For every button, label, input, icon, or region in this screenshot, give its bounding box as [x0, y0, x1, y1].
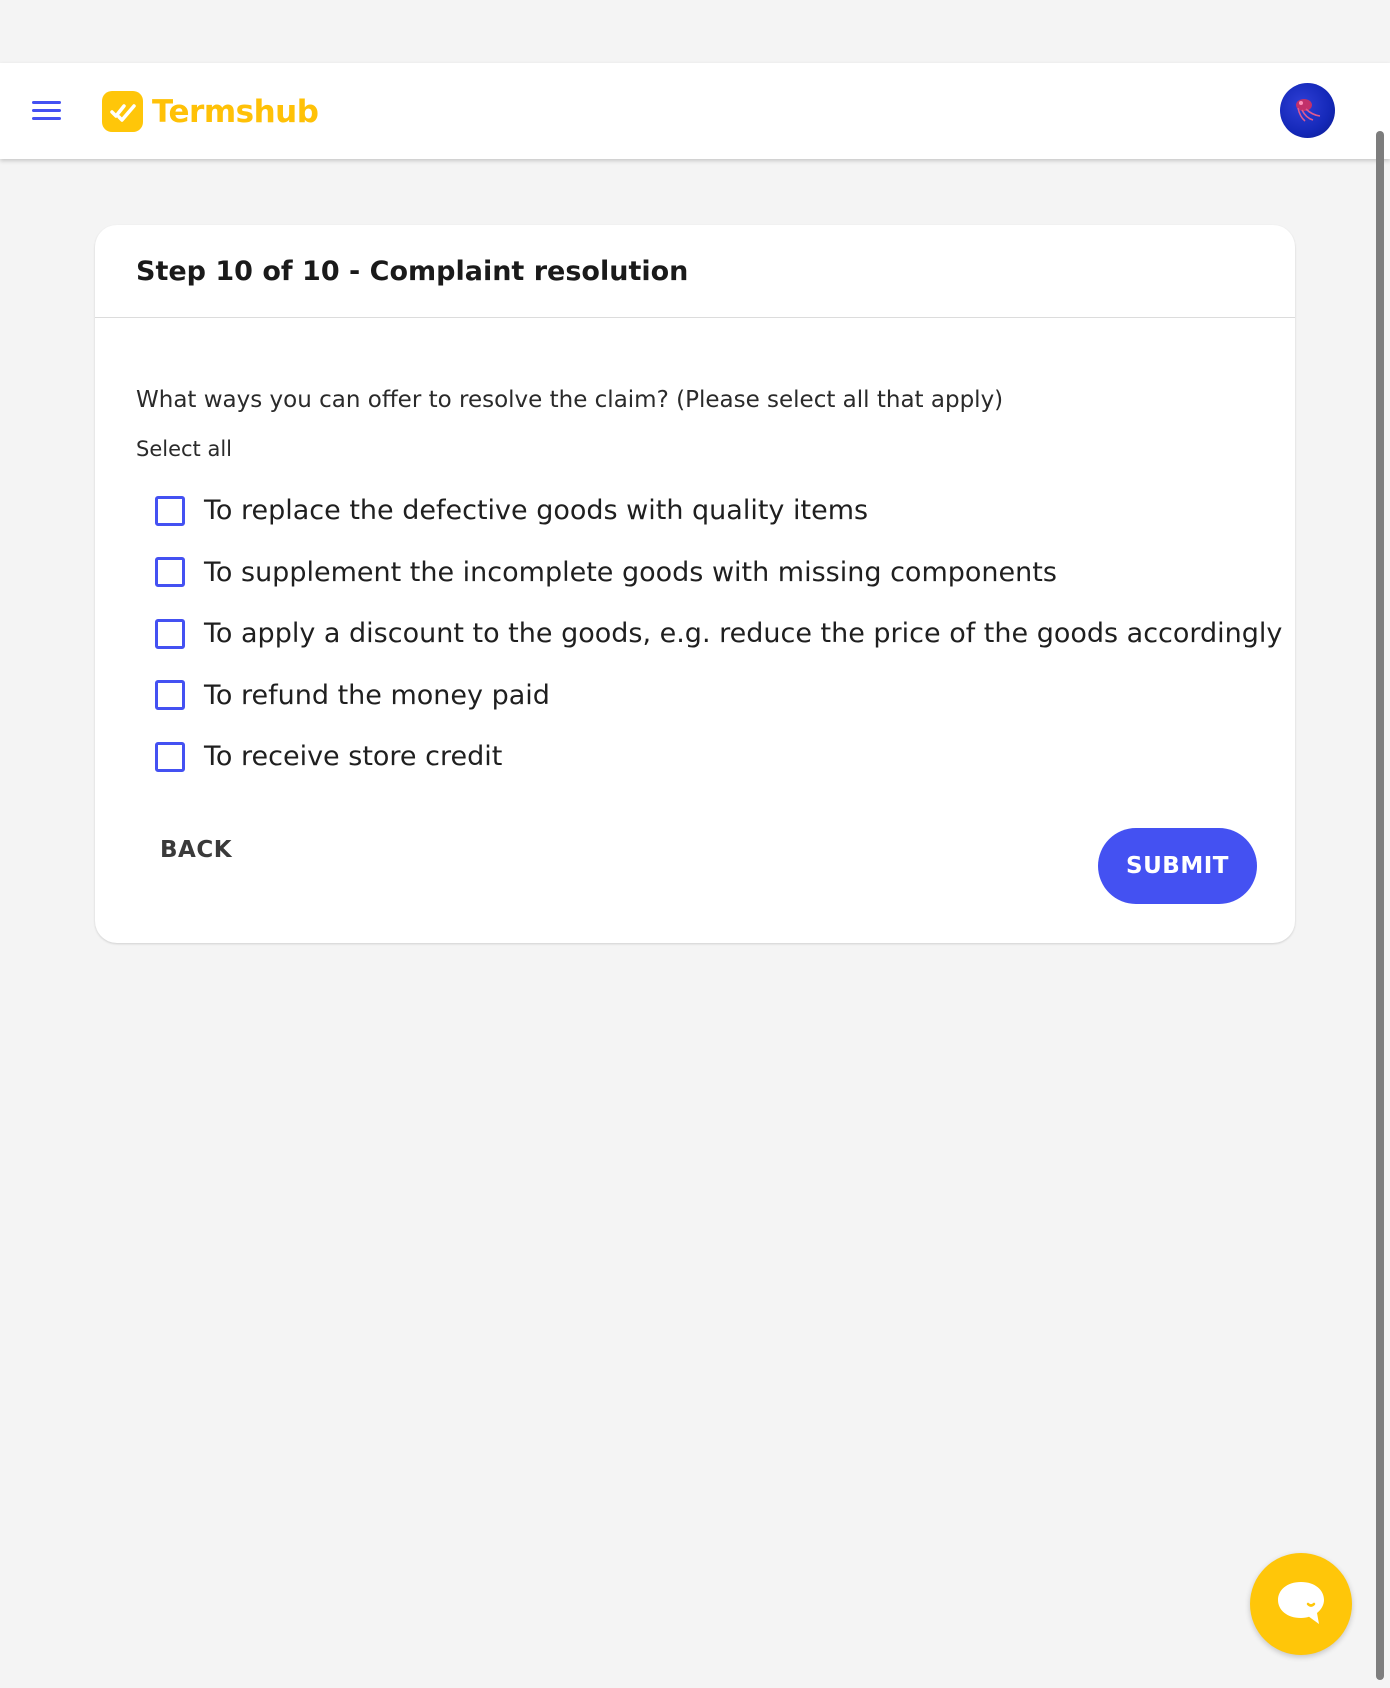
option-label: To receive store credit	[204, 741, 503, 773]
checkbox[interactable]	[155, 680, 185, 711]
user-avatar[interactable]	[1280, 83, 1335, 138]
checkbox[interactable]	[155, 557, 185, 588]
hamburger-menu-icon	[32, 101, 61, 104]
hamburger-menu-line	[32, 117, 61, 120]
menu-button[interactable]	[27, 93, 67, 129]
form-card: Step 10 of 10 - Complaint resolution Wha…	[95, 225, 1295, 943]
options-list: To replace the defective goods with qual…	[155, 480, 1282, 788]
select-all-link[interactable]: Select all	[136, 437, 232, 461]
option-label: To replace the defective goods with qual…	[204, 495, 869, 527]
back-button[interactable]: BACK	[140, 825, 252, 875]
option-apply-discount[interactable]: To apply a discount to the goods, e.g. r…	[155, 603, 1282, 665]
top-app-bar: Termshub	[0, 63, 1390, 159]
option-label: To apply a discount to the goods, e.g. r…	[204, 618, 1283, 650]
checkbox[interactable]	[155, 618, 185, 649]
chat-button[interactable]	[1250, 1553, 1352, 1655]
option-label: To refund the money paid	[204, 679, 550, 711]
brand-name: Termshub	[152, 93, 319, 130]
card-header: Step 10 of 10 - Complaint resolution	[95, 225, 1295, 318]
checkbox[interactable]	[155, 495, 185, 526]
termshub-logo[interactable]: Termshub	[102, 91, 319, 132]
chat-bubble-icon	[1278, 1582, 1324, 1624]
option-refund-money[interactable]: To refund the money paid	[155, 665, 1282, 727]
checkbox[interactable]	[155, 741, 185, 772]
hamburger-menu-line	[32, 109, 61, 112]
page-scrollbar[interactable]	[1376, 131, 1384, 1680]
termshub-logo-icon	[102, 91, 143, 132]
option-supplement-goods[interactable]: To supplement the incomplete goods with …	[155, 542, 1282, 604]
submit-button[interactable]: SUBMIT	[1098, 828, 1257, 904]
question-text: What ways you can offer to resolve the c…	[136, 387, 1004, 413]
option-label: To supplement the incomplete goods with …	[204, 556, 1057, 588]
option-replace-goods[interactable]: To replace the defective goods with qual…	[155, 480, 1282, 542]
option-store-credit[interactable]: To receive store credit	[155, 726, 1282, 788]
page-title: Step 10 of 10 - Complaint resolution	[136, 255, 689, 287]
